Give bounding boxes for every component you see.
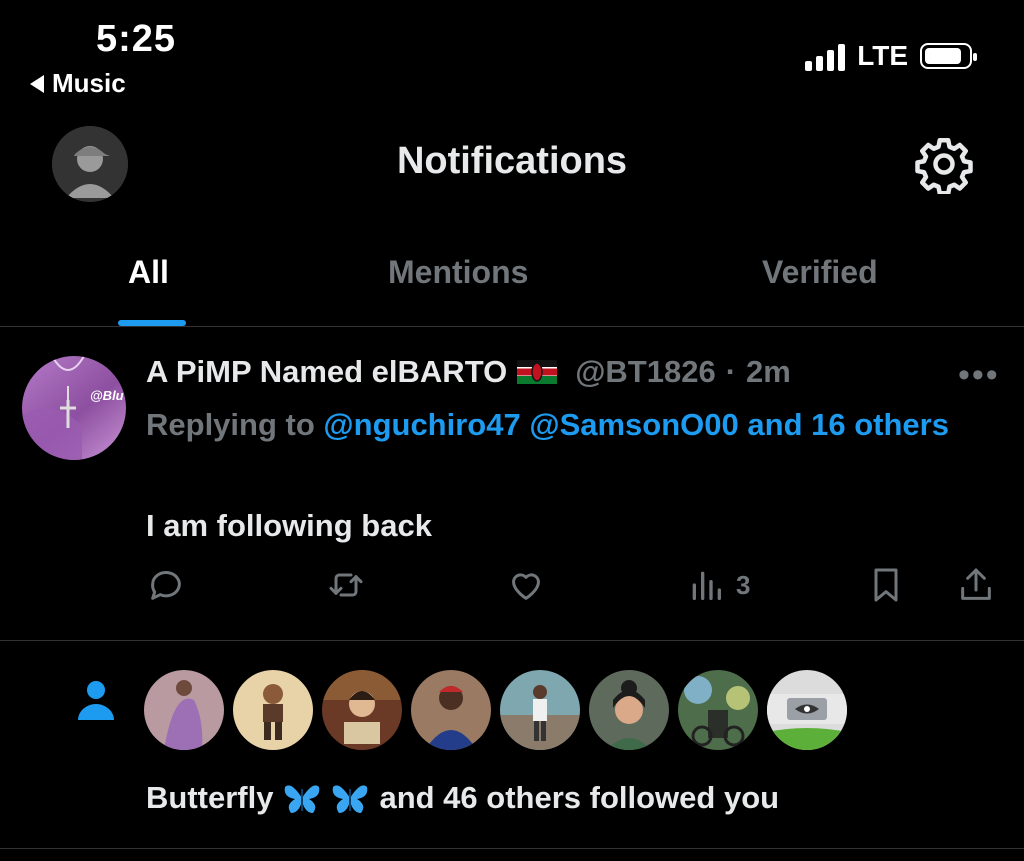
bookmark-button[interactable] (866, 562, 906, 608)
replying-prefix: Replying to (146, 407, 315, 442)
mention-others-link[interactable]: and 16 others (747, 407, 949, 442)
reply-icon (151, 571, 181, 600)
tweet-text: I am following back (146, 508, 432, 543)
butterfly-emoji (285, 785, 320, 813)
cellular-signal-icon (805, 41, 846, 71)
views-chart-icon (692, 571, 721, 600)
views-count: 3 (736, 569, 751, 600)
tweet-time: 2m (746, 354, 791, 389)
follow-suffix: and 46 others followed you (379, 780, 780, 815)
tab-mentions[interactable]: Mentions (388, 254, 528, 291)
person-icon (72, 676, 120, 724)
follow-notification-text: Butterfly and 46 others followed you (146, 780, 779, 816)
author-name[interactable]: A PiMP Named elBARTO (146, 354, 507, 390)
heart-icon (512, 573, 540, 600)
divider (0, 848, 1024, 849)
divider (0, 326, 1024, 327)
views-button[interactable]: 3 (686, 562, 750, 608)
battery-icon (920, 43, 977, 69)
kenya-flag-emoji (517, 360, 558, 384)
retweet-button[interactable] (326, 562, 366, 608)
page-title: Notifications (396, 140, 628, 182)
tweet-author-avatar[interactable]: @Blu (22, 356, 126, 460)
back-to-app-button[interactable]: Music (30, 68, 126, 99)
follower-avatar[interactable] (233, 670, 313, 750)
follower-avatar[interactable] (767, 670, 847, 750)
divider (0, 640, 1024, 641)
follower-avatar[interactable] (411, 670, 491, 750)
bookmark-icon (874, 568, 898, 602)
follower-name[interactable]: Butterfly (146, 780, 273, 816)
tab-verified[interactable]: Verified (762, 254, 878, 291)
gear-icon[interactable] (914, 134, 974, 196)
more-options-icon[interactable]: ••• (958, 356, 1000, 395)
like-button[interactable] (506, 562, 546, 608)
share-icon (961, 568, 991, 600)
mention-link[interactable]: @SamsonO00 (529, 407, 738, 442)
tweet-header: A PiMP Named elBARTO @BT1826 · 2m (146, 354, 791, 390)
avatar-watermark: @Blu (90, 388, 124, 403)
tweet-actions: 3 (146, 562, 1006, 612)
retweet-icon (329, 573, 363, 597)
network-type: LTE (857, 40, 908, 71)
follower-avatar[interactable] (144, 670, 224, 750)
mention-link[interactable]: @nguchiro47 (323, 407, 520, 442)
reply-button[interactable] (146, 562, 186, 608)
back-triangle-icon (30, 74, 44, 93)
share-button[interactable] (956, 562, 996, 608)
follower-avatar[interactable] (322, 670, 402, 750)
status-indicators: LTE (805, 40, 977, 72)
author-handle[interactable]: @BT1826 (575, 354, 716, 390)
replying-to-line: Replying to @nguchiro47 @SamsonO00 and 1… (146, 400, 976, 450)
follower-avatar[interactable] (589, 670, 669, 750)
status-time: 5:25 (96, 18, 177, 60)
follower-avatar[interactable] (678, 670, 758, 750)
back-app-label: Music (52, 68, 126, 98)
butterfly-emoji (333, 785, 368, 813)
tab-all[interactable]: All (128, 254, 169, 291)
notification-tabs: All Mentions Verified (0, 240, 1024, 326)
follower-avatar[interactable] (500, 670, 580, 750)
header-separator: · (725, 354, 737, 389)
